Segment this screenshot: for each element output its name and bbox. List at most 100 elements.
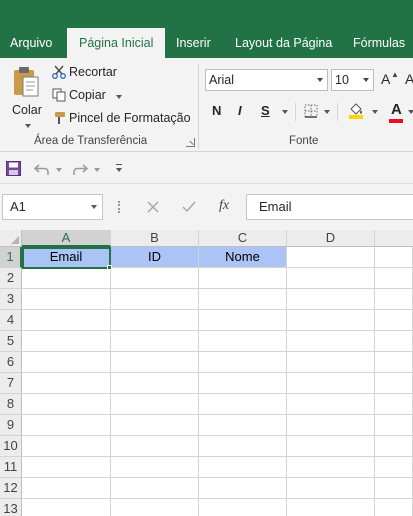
cell-b6[interactable]: [111, 352, 199, 373]
cut-button[interactable]: Recortar: [69, 65, 117, 79]
formula-input[interactable]: Email: [246, 194, 413, 220]
tab-pagina-inicial[interactable]: Página Inicial: [67, 28, 166, 58]
row-header-6[interactable]: 6: [0, 352, 22, 373]
italic-button[interactable]: I: [238, 103, 242, 118]
fill-color-dropdown-icon[interactable]: [372, 110, 378, 114]
cell-d3[interactable]: [287, 289, 375, 310]
cell-c11[interactable]: [199, 457, 287, 478]
cell-c10[interactable]: [199, 436, 287, 457]
cell-d6[interactable]: [287, 352, 375, 373]
row-header-9[interactable]: 9: [0, 415, 22, 436]
clipboard-dialog-launcher-icon[interactable]: [186, 138, 195, 147]
row-header-2[interactable]: 2: [0, 268, 22, 289]
cell-b1[interactable]: ID: [111, 247, 199, 268]
font-color-button[interactable]: A: [391, 101, 402, 118]
cell-d11[interactable]: [287, 457, 375, 478]
cell-a8[interactable]: [22, 394, 111, 415]
row-header-8[interactable]: 8: [0, 394, 22, 415]
cell-e6[interactable]: [375, 352, 413, 373]
cell-b12[interactable]: [111, 478, 199, 499]
redo-icon[interactable]: [72, 162, 88, 176]
copy-button[interactable]: Copiar: [69, 88, 106, 102]
fill-handle[interactable]: [107, 265, 112, 270]
cell-d10[interactable]: [287, 436, 375, 457]
cell-b3[interactable]: [111, 289, 199, 310]
font-color-dropdown-icon[interactable]: [408, 110, 413, 114]
cell-c8[interactable]: [199, 394, 287, 415]
select-all-button[interactable]: [0, 230, 22, 247]
column-header-a[interactable]: A: [22, 230, 111, 247]
tab-layout-da-pagina[interactable]: Layout da Página: [235, 28, 332, 58]
cell-e8[interactable]: [375, 394, 413, 415]
cell-e11[interactable]: [375, 457, 413, 478]
cell-a13[interactable]: [22, 499, 111, 516]
customize-qat-icon[interactable]: [115, 163, 124, 173]
cell-a3[interactable]: [22, 289, 111, 310]
row-header-12[interactable]: 12: [0, 478, 22, 499]
cell-b11[interactable]: [111, 457, 199, 478]
copy-dropdown-icon[interactable]: [116, 95, 122, 99]
fill-color-icon[interactable]: [348, 101, 364, 119]
column-header-b[interactable]: B: [111, 230, 199, 247]
cell-c1[interactable]: Nome: [199, 247, 287, 268]
save-icon[interactable]: [6, 161, 21, 176]
undo-icon[interactable]: [34, 162, 50, 176]
cell-e10[interactable]: [375, 436, 413, 457]
paste-button[interactable]: Colar: [8, 62, 46, 130]
cell-e2[interactable]: [375, 268, 413, 289]
underline-dropdown-icon[interactable]: [282, 110, 288, 114]
tab-inserir[interactable]: Inserir: [176, 28, 211, 58]
column-header-c[interactable]: C: [199, 230, 287, 247]
row-header-1[interactable]: 1: [0, 247, 22, 268]
cell-b10[interactable]: [111, 436, 199, 457]
fx-icon[interactable]: fx: [219, 198, 229, 214]
cell-a12[interactable]: [22, 478, 111, 499]
cell-b9[interactable]: [111, 415, 199, 436]
cell-d9[interactable]: [287, 415, 375, 436]
grow-font-button[interactable]: A: [381, 71, 390, 87]
underline-button[interactable]: S: [261, 103, 270, 118]
cell-b5[interactable]: [111, 331, 199, 352]
cell-c9[interactable]: [199, 415, 287, 436]
cell-c12[interactable]: [199, 478, 287, 499]
row-header-10[interactable]: 10: [0, 436, 22, 457]
cell-d7[interactable]: [287, 373, 375, 394]
font-name-select[interactable]: Arial: [205, 69, 328, 91]
cell-d8[interactable]: [287, 394, 375, 415]
font-size-select[interactable]: 10: [331, 69, 374, 91]
undo-dropdown-icon[interactable]: [56, 168, 62, 172]
cancel-icon[interactable]: [147, 201, 159, 213]
row-header-11[interactable]: 11: [0, 457, 22, 478]
cell-c7[interactable]: [199, 373, 287, 394]
cell-b13[interactable]: [111, 499, 199, 516]
cell-c4[interactable]: [199, 310, 287, 331]
cell-a7[interactable]: [22, 373, 111, 394]
cell-a5[interactable]: [22, 331, 111, 352]
cell-a4[interactable]: [22, 310, 111, 331]
cell-a11[interactable]: [22, 457, 111, 478]
cell-a6[interactable]: [22, 352, 111, 373]
cell-d2[interactable]: [287, 268, 375, 289]
cell-a9[interactable]: [22, 415, 111, 436]
cell-b2[interactable]: [111, 268, 199, 289]
tab-formulas[interactable]: Fórmulas: [353, 28, 405, 58]
redo-dropdown-icon[interactable]: [94, 168, 100, 172]
cell-d13[interactable]: [287, 499, 375, 516]
name-box[interactable]: A1: [2, 194, 103, 220]
cell-b4[interactable]: [111, 310, 199, 331]
row-header-3[interactable]: 3: [0, 289, 22, 310]
row-header-4[interactable]: 4: [0, 310, 22, 331]
cell-a2[interactable]: [22, 268, 111, 289]
borders-dropdown-icon[interactable]: [324, 110, 330, 114]
borders-icon[interactable]: [304, 104, 318, 118]
column-header-d[interactable]: D: [287, 230, 375, 247]
cell-e1[interactable]: [375, 247, 413, 268]
cell-b8[interactable]: [111, 394, 199, 415]
format-painter-button[interactable]: Pincel de Formatação: [69, 111, 191, 125]
cell-e3[interactable]: [375, 289, 413, 310]
cell-e12[interactable]: [375, 478, 413, 499]
column-header-e[interactable]: [375, 230, 413, 247]
cell-a10[interactable]: [22, 436, 111, 457]
cell-e7[interactable]: [375, 373, 413, 394]
cell-c2[interactable]: [199, 268, 287, 289]
